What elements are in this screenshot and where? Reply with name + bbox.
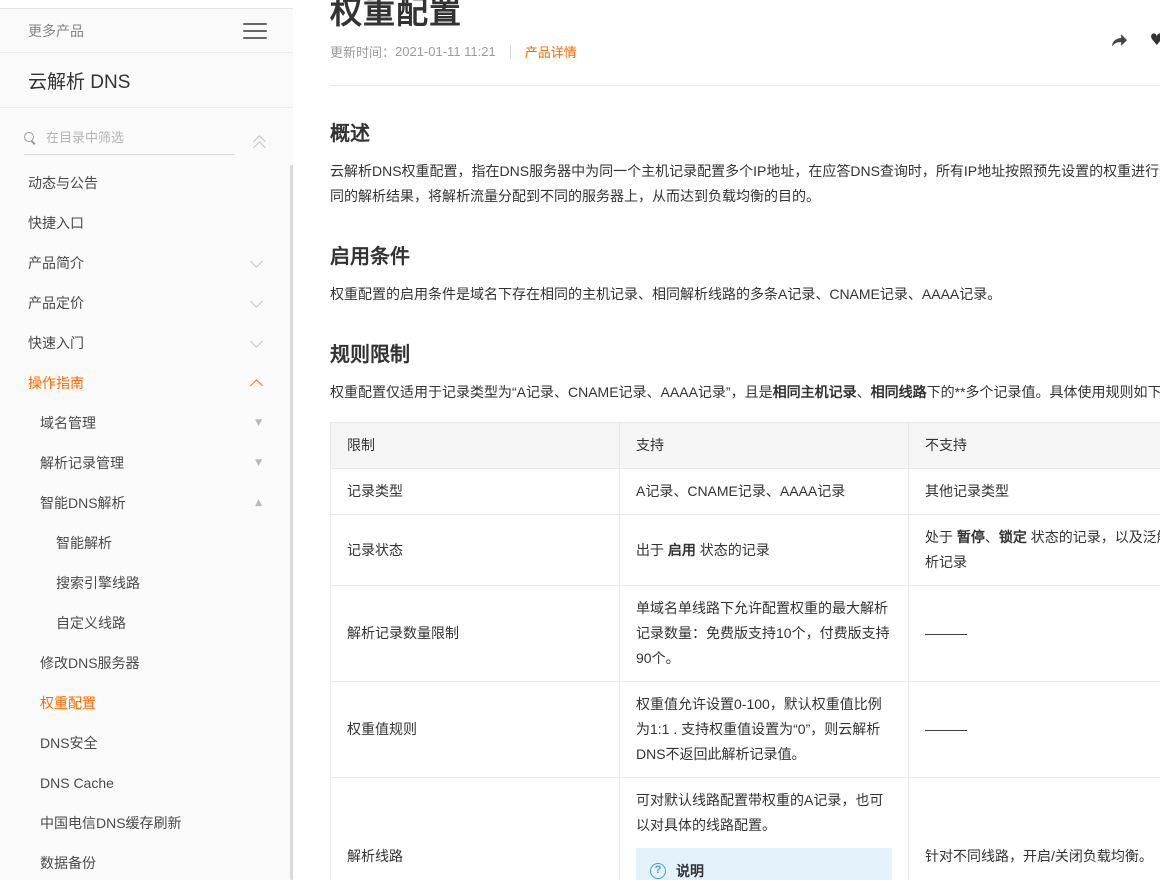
note-title: 说明 [676, 861, 872, 880]
sidebar-item-quick-entry[interactable]: 快捷入口 [0, 203, 293, 243]
table-row: 记录状态 出于 启用 状态的记录 处于 暂停、锁定 状态的记录，以及泛解析记录 [331, 515, 1160, 586]
share-icon[interactable] [1111, 33, 1128, 48]
sidebar-item-record-management[interactable]: 解析记录管理 ▼ [0, 443, 293, 483]
main-content: 权重配置 更新时间： 2021-01-11 11:21 产品详情 ♥ 我 概述 … [293, 0, 1160, 880]
sidebar-menu: 动态与公告 快捷入口 产品简介 产品定价 快速入门 操作指南 域名管理 ▼ 解析… [0, 163, 293, 880]
meta-divider [510, 45, 511, 59]
section-heading-overview: 概述 [330, 117, 1160, 146]
sidebar-item-dns-security[interactable]: DNS安全 [0, 723, 293, 763]
chevron-down-icon [252, 298, 262, 308]
table-row: 解析记录数量限制 单域名单线路下允许配置权重的最大解析记录数量：免费版支持10个… [331, 586, 1160, 682]
doc-header: 权重配置 更新时间： 2021-01-11 11:21 产品详情 ♥ 我 [330, 0, 1160, 86]
question-circle-icon: ? [650, 863, 666, 879]
table-row: 权重值规则 权重值允许设置0-100，默认权重值比例为1:1 . 支持权重值设置… [331, 682, 1160, 778]
more-products-bar[interactable]: 更多产品 [0, 9, 293, 53]
chevron-down-icon [252, 338, 262, 348]
sidebar-item-telecom-dns-cache-refresh[interactable]: 中国电信DNS缓存刷新 [0, 803, 293, 843]
updated-time: 2021-01-11 11:21 [395, 44, 496, 59]
search-input[interactable] [46, 130, 196, 145]
sidebar-item-search-engine-lines[interactable]: 搜索引擎线路 [0, 563, 293, 603]
sidebar-item-intelligent-dns[interactable]: 智能DNS解析 ▲ [0, 483, 293, 523]
rule-limits-table: 限制 支持 不支持 记录类型 A记录、CNAME记录、AAAA记录 其他记录类型… [330, 422, 1160, 880]
chevron-down-icon [252, 258, 262, 268]
chevron-up-icon [252, 378, 262, 388]
sidebar-item-custom-lines[interactable]: 自定义线路 [0, 603, 293, 643]
sidebar-item-weight-config[interactable]: 权重配置 [0, 683, 293, 723]
overview-paragraph: 云解析DNS权重配置，指在DNS服务器中为同一个主机记录配置多个IP地址，在应答… [330, 159, 1160, 209]
more-products-label: 更多产品 [28, 21, 84, 41]
product-title: 云解析 DNS [0, 53, 293, 108]
sidebar-item-intelligent-resolution[interactable]: 智能解析 [0, 523, 293, 563]
search-icon [24, 132, 36, 144]
rule-limits-paragraph: 权重配置仅适用于记录类型为“A记录、CNAME记录、AAAA记录”，且是相同主机… [330, 380, 1160, 405]
table-row: 记录类型 A记录、CNAME记录、AAAA记录 其他记录类型 [331, 469, 1160, 515]
hamburger-menu-icon[interactable] [243, 23, 267, 39]
section-heading-enable-conditions: 启用条件 [330, 240, 1160, 269]
sidebar-item-product-intro[interactable]: 产品简介 [0, 243, 293, 283]
triangle-down-icon: ▼ [255, 418, 262, 428]
col-header-support: 支持 [620, 423, 909, 469]
sidebar-item-domain-management[interactable]: 域名管理 ▼ [0, 403, 293, 443]
dash-cell: ——— [909, 586, 1160, 682]
sidebar-item-data-backup[interactable]: 数据备份 [0, 843, 293, 880]
dash-cell: ——— [909, 682, 1160, 778]
triangle-up-icon: ▲ [255, 498, 262, 508]
table-row: 解析线路 可对默认线路配置带权重的A记录，也可以对具体的线路配置。 ? 说明 不… [331, 778, 1160, 880]
sidebar-item-operation-guide[interactable]: 操作指南 [0, 363, 293, 403]
col-header-limit: 限制 [331, 423, 620, 469]
sidebar-search [24, 130, 267, 155]
table-header-row: 限制 支持 不支持 [331, 423, 1160, 469]
sidebar-item-quick-start[interactable]: 快速入门 [0, 323, 293, 363]
sidebar-item-modify-dns-server[interactable]: 修改DNS服务器 [0, 643, 293, 683]
page-title: 权重配置 [330, 0, 1160, 36]
col-header-unsupport: 不支持 [909, 423, 1160, 469]
updated-label: 更新时间： [330, 42, 395, 61]
triangle-down-icon: ▼ [255, 458, 262, 468]
favorite-heart-icon[interactable]: ♥ [1150, 32, 1160, 48]
enable-conditions-paragraph: 权重配置的启用条件是域名下存在相同的主机记录、相同解析线路的多条A记录、CNAM… [330, 282, 1160, 307]
collapse-all-icon[interactable] [253, 136, 267, 150]
note-box: ? 说明 不同线路中，其权重相互独立。 [636, 848, 892, 880]
sidebar: 更多产品 云解析 DNS 动态与公告 快捷入口 产品简介 产品定价 快速入门 操… [0, 8, 293, 880]
sidebar-item-product-pricing[interactable]: 产品定价 [0, 283, 293, 323]
section-heading-rule-limits: 规则限制 [330, 338, 1160, 367]
product-details-link[interactable]: 产品详情 [525, 42, 577, 61]
sidebar-item-dns-cache[interactable]: DNS Cache [0, 763, 293, 803]
sidebar-item-dynamics-announcements[interactable]: 动态与公告 [0, 163, 293, 203]
